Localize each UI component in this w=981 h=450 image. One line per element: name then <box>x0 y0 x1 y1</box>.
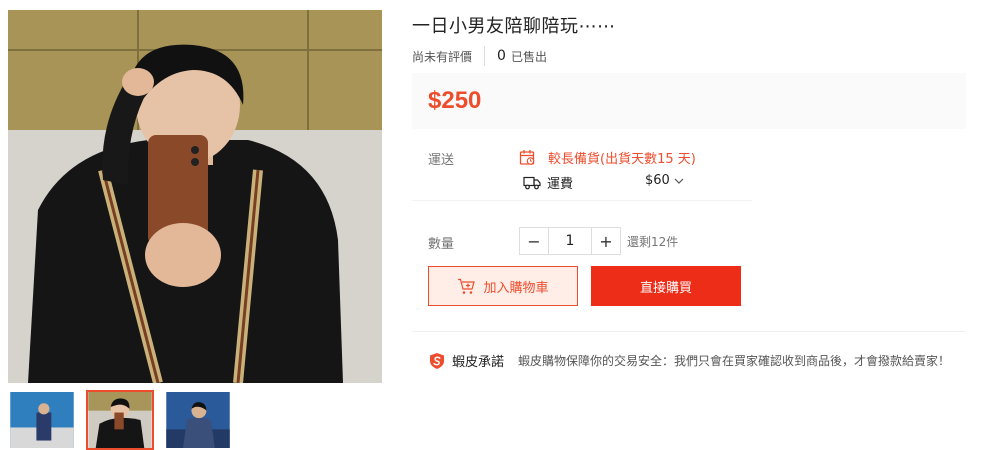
thumbnail-1-illustration <box>10 392 74 448</box>
thumbnail-2-illustration <box>88 392 152 448</box>
shipping-warning-text: 較長備貨(出貨天數15 天) <box>548 152 696 167</box>
shipping-label: 運送 <box>428 153 455 168</box>
cart-plus-icon <box>458 278 476 294</box>
shipping-fee-row: 運費 <box>523 173 573 192</box>
thumbnail-3-illustration <box>166 392 230 448</box>
thumbnail-3[interactable] <box>164 390 232 450</box>
thumbnail-strip <box>8 390 232 450</box>
quantity-input[interactable]: 1 <box>548 228 592 254</box>
shopee-shield-icon <box>430 352 444 369</box>
add-to-cart-label: 加入購物車 <box>483 280 549 296</box>
guarantee-title: 蝦皮承諾 <box>452 355 505 370</box>
quantity-stepper: − 1 + <box>519 227 621 255</box>
meta-divider <box>484 46 486 66</box>
product-photo-illustration <box>8 10 382 383</box>
guarantee-divider <box>412 331 966 332</box>
sold-label: 已售出 <box>510 49 547 64</box>
product-meta: 尚未有評價 0 已售出 <box>412 46 547 66</box>
shipping-fee-value: $60 <box>645 173 670 188</box>
add-to-cart-button[interactable]: 加入購物車 <box>428 266 578 306</box>
thumbnail-1[interactable] <box>8 390 76 450</box>
buy-now-label: 直接購買 <box>639 280 692 296</box>
product-main-image[interactable] <box>8 10 382 383</box>
shipping-fee-label: 運費 <box>547 177 574 192</box>
quantity-increase-button[interactable]: + <box>592 228 620 254</box>
sold-count: 0 <box>497 48 506 64</box>
quantity-decrease-button[interactable]: − <box>520 228 548 254</box>
shipping-fee-dropdown[interactable]: $60 <box>645 173 684 188</box>
price-panel: $250 <box>412 73 966 129</box>
shopee-guarantee[interactable]: 蝦皮承諾 蝦皮購物保障你的交易安全：我們只會在買家確認收到商品後，才會撥款給賣家… <box>428 351 950 370</box>
buy-now-button[interactable]: 直接購買 <box>591 266 741 306</box>
quantity-label: 數量 <box>428 237 455 252</box>
truck-icon <box>523 176 541 189</box>
stock-remaining: 還剩12件 <box>627 235 679 249</box>
shipping-preorder-warning: 較長備貨(出貨天數15 天) <box>519 148 696 167</box>
product-title: 一日小男友陪聊陪玩⋯⋯ <box>412 16 616 37</box>
calendar-warning-icon <box>519 150 535 165</box>
guarantee-text: 蝦皮購物保障你的交易安全：我們只會在買家確認收到商品後，才會撥款給賣家！ <box>518 354 951 368</box>
shipping-divider <box>412 200 752 201</box>
product-price: $250 <box>428 87 482 114</box>
thumbnail-2-selected[interactable] <box>86 390 154 450</box>
chevron-down-icon <box>674 178 684 184</box>
rating-status[interactable]: 尚未有評價 <box>412 48 472 65</box>
